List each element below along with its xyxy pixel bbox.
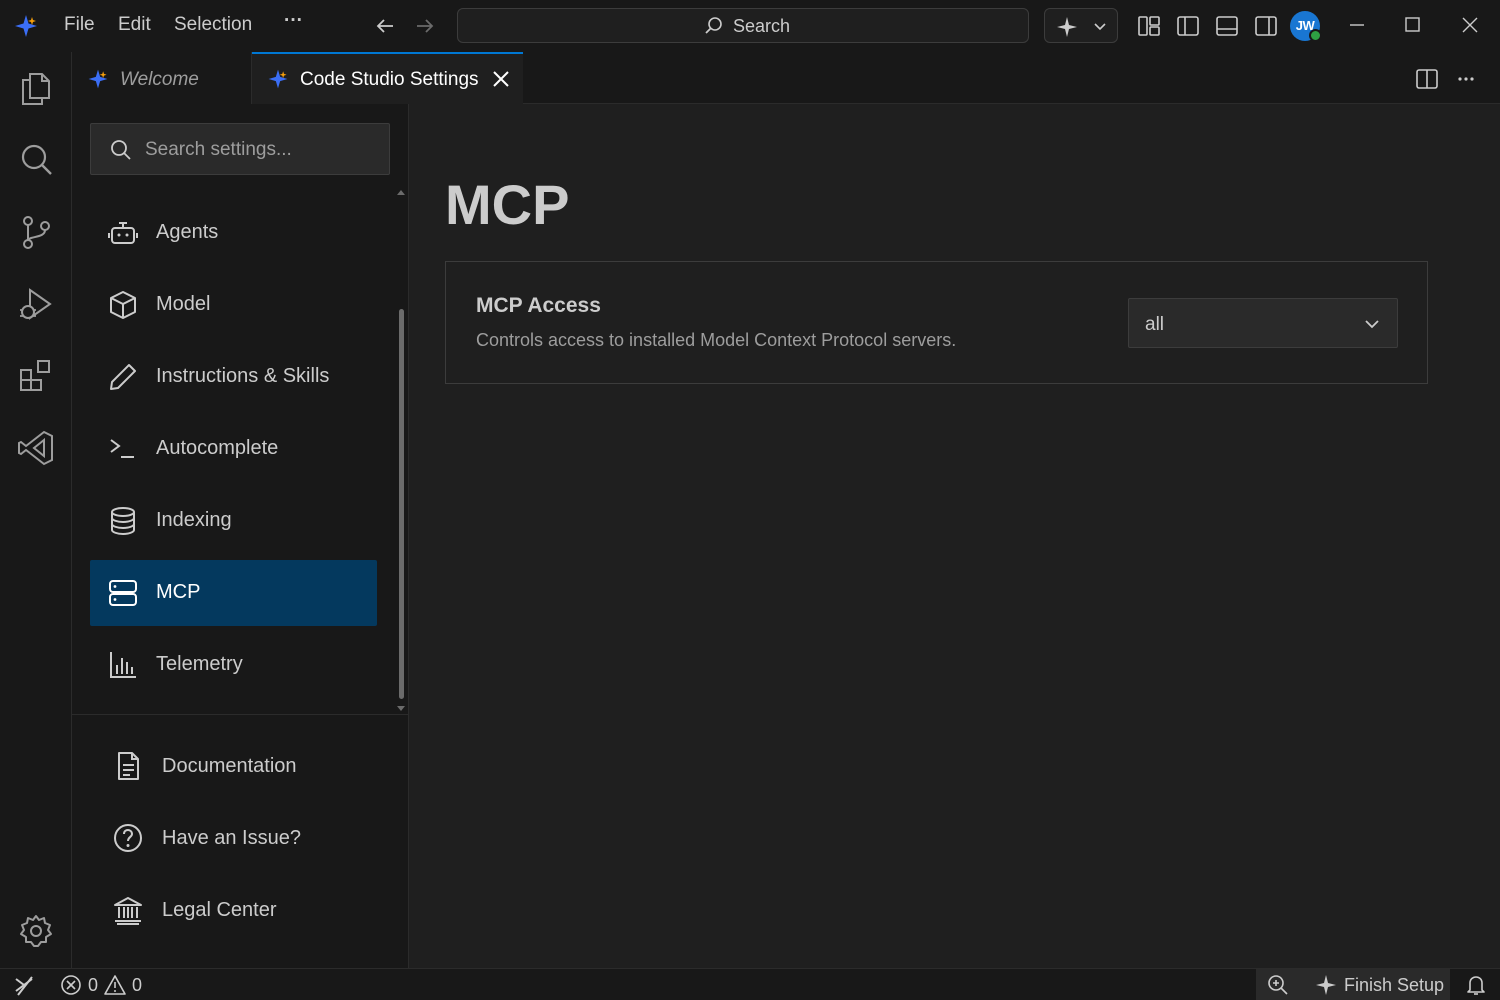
sparkle-icon xyxy=(1316,975,1336,995)
source-control-icon[interactable] xyxy=(16,212,56,252)
status-bar: 0 0 Finish Setup xyxy=(0,968,1500,1000)
remote-icon[interactable] xyxy=(0,969,48,1000)
nav-item-mcp[interactable]: MCP xyxy=(90,560,377,626)
document-icon xyxy=(118,752,139,780)
nav-item-indexing[interactable]: Indexing xyxy=(90,488,377,554)
title-bar: File Edit Selection ··· Search JW xyxy=(0,0,1500,52)
toggle-panel-icon[interactable] xyxy=(1215,14,1239,38)
forward-arrow-icon[interactable] xyxy=(414,15,436,37)
nav-item-autocomplete[interactable]: Autocomplete xyxy=(90,416,377,482)
menu-file[interactable]: File xyxy=(64,14,95,36)
app-logo-icon xyxy=(88,69,108,89)
search-placeholder: Search settings... xyxy=(145,139,292,160)
close-icon[interactable] xyxy=(490,68,512,90)
app-logo-icon xyxy=(15,15,37,37)
nav-item-model[interactable]: Model xyxy=(90,272,377,338)
nav-item-label: Telemetry xyxy=(156,653,243,675)
divider xyxy=(72,714,409,715)
database-icon xyxy=(111,507,135,536)
search-icon xyxy=(705,17,722,34)
search-icon xyxy=(111,140,131,160)
bar-chart-icon xyxy=(110,652,136,678)
close-window-icon[interactable] xyxy=(1461,16,1479,34)
extensions-icon[interactable] xyxy=(16,356,56,396)
link-label: Legal Center xyxy=(162,899,277,921)
tab-code-studio-settings[interactable]: Code Studio Settings xyxy=(252,52,523,105)
tab-label: Code Studio Settings xyxy=(300,69,479,90)
warning-icon xyxy=(104,975,126,995)
nav-item-label: Agents xyxy=(156,221,219,243)
app-logo-icon xyxy=(268,69,288,89)
mcp-access-select[interactable]: all xyxy=(1128,298,1398,348)
bank-icon xyxy=(114,897,142,925)
menu-more[interactable]: ··· xyxy=(284,10,303,32)
status-right-group: Finish Setup xyxy=(1256,969,1450,1000)
robot-icon xyxy=(108,222,138,244)
nav-item-label: Autocomplete xyxy=(156,437,279,459)
search-label: Search xyxy=(733,16,791,36)
split-editor-icon[interactable] xyxy=(1415,67,1439,91)
visual-studio-icon[interactable] xyxy=(16,428,56,468)
bell-icon[interactable] xyxy=(1464,973,1488,997)
setting-card-mcp-access: MCP Access Controls access to installed … xyxy=(445,261,1428,384)
toggle-primary-sidebar-icon[interactable] xyxy=(1176,14,1200,38)
zoom-icon[interactable] xyxy=(1266,973,1290,997)
settings-sidebar: Search settings... Agents Model Instruct… xyxy=(72,104,409,968)
agent-mode-button[interactable] xyxy=(1044,8,1118,43)
scroll-up-arrow[interactable] xyxy=(397,190,405,195)
scroll-down-arrow[interactable] xyxy=(397,706,405,711)
tab-welcome[interactable]: Welcome xyxy=(72,52,252,104)
scrollbar-thumb[interactable] xyxy=(399,309,404,699)
link-documentation[interactable]: Documentation xyxy=(112,736,382,796)
back-arrow-icon[interactable] xyxy=(374,15,396,37)
settings-content: MCP MCP Access Controls access to instal… xyxy=(409,104,1500,968)
nav-item-telemetry[interactable]: Telemetry xyxy=(90,632,377,698)
terminal-prompt-icon xyxy=(110,439,134,458)
editor-tab-bar: Welcome Code Studio Settings xyxy=(72,52,1500,105)
nav-item-agents[interactable]: Agents xyxy=(90,200,377,266)
link-have-an-issue[interactable]: Have an Issue? xyxy=(112,808,382,868)
link-label: Documentation xyxy=(162,755,297,777)
server-icon xyxy=(109,580,137,606)
presence-indicator xyxy=(1309,29,1322,42)
nav-item-label: Model xyxy=(156,293,211,315)
warning-count: 0 xyxy=(132,975,143,995)
setting-description: Controls access to installed Model Conte… xyxy=(476,330,957,350)
sparkle-icon xyxy=(1057,17,1077,37)
question-circle-icon xyxy=(114,824,142,852)
menu-edit[interactable]: Edit xyxy=(118,14,151,36)
error-count: 0 xyxy=(88,975,99,995)
minimize-icon[interactable] xyxy=(1348,16,1366,34)
nav-item-label: Indexing xyxy=(156,509,232,531)
explorer-icon[interactable] xyxy=(16,68,56,108)
finish-setup-label: Finish Setup xyxy=(1344,975,1445,995)
more-actions-icon[interactable] xyxy=(1456,69,1476,89)
chevron-down-icon xyxy=(1094,23,1106,31)
nav-item-label: Instructions & Skills xyxy=(156,365,330,387)
settings-search-input[interactable]: Search settings... xyxy=(90,123,390,175)
activity-bar xyxy=(0,52,72,968)
command-search[interactable]: Search xyxy=(457,8,1029,43)
nav-item-label: MCP xyxy=(156,581,201,603)
maximize-icon[interactable] xyxy=(1404,16,1422,34)
select-value: all xyxy=(1145,314,1165,335)
run-debug-icon[interactable] xyxy=(16,284,56,324)
cube-icon xyxy=(110,291,136,319)
page-title: MCP xyxy=(445,173,570,236)
menu-selection[interactable]: Selection xyxy=(174,14,252,36)
pencil-icon xyxy=(110,364,136,390)
setting-title: MCP Access xyxy=(476,294,601,317)
toggle-secondary-sidebar-icon[interactable] xyxy=(1254,14,1278,38)
nav-item-instructions-skills[interactable]: Instructions & Skills xyxy=(90,344,377,410)
link-legal-center[interactable]: Legal Center xyxy=(112,880,382,940)
chevron-down-icon xyxy=(1365,320,1379,329)
customize-layout-icon[interactable] xyxy=(1137,14,1161,38)
error-icon xyxy=(61,975,81,995)
gear-icon[interactable] xyxy=(16,911,56,951)
link-label: Have an Issue? xyxy=(162,827,301,849)
search-view-icon[interactable] xyxy=(16,140,56,180)
tab-label: Welcome xyxy=(120,69,199,90)
